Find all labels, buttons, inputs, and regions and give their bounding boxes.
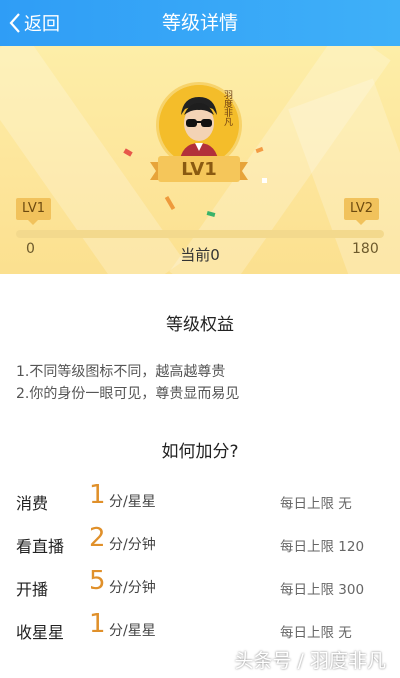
score-row-watch: 看直播 2 分/分钟 每日上限 120: [0, 523, 400, 563]
progress-max: 180: [352, 241, 379, 257]
level-badge-text: LV1: [181, 159, 217, 180]
confetti: [262, 178, 267, 183]
benefit-rule: 2.你的身份一眼可见，尊贵显而易见: [16, 386, 240, 402]
score-name: 消费: [16, 494, 49, 513]
confetti: [164, 195, 176, 211]
start-level-tag: LV1: [16, 198, 51, 225]
score-unit: 分/分钟: [109, 537, 156, 553]
next-level-tag: LV2: [344, 198, 379, 225]
score-points: 2: [89, 523, 106, 553]
benefit-rule: 1.不同等级图标不同，越高越尊贵: [16, 364, 226, 380]
progress-bar: [16, 230, 384, 238]
page-title: 等级详情: [161, 12, 238, 34]
score-name: 开播: [16, 580, 49, 599]
score-limit: 每日上限 300: [280, 582, 365, 598]
score-row-consume: 消费 1 分/星星 每日上限 无: [0, 480, 400, 520]
score-name: 看直播: [16, 537, 65, 556]
score-limit: 每日上限 120: [280, 539, 365, 555]
score-name: 收星星: [16, 623, 65, 642]
score-unit: 分/星星: [109, 494, 156, 510]
confetti: [123, 148, 133, 157]
score-points: 1: [89, 609, 106, 639]
scoring-title: 如何加分?: [161, 442, 239, 462]
current-points: 当前0: [180, 246, 220, 264]
score-limit: 每日上限 无: [280, 625, 352, 641]
level-hero: 羽度非凡 LV1 LV1 LV2: [0, 46, 400, 274]
score-unit: 分/星星: [109, 623, 156, 639]
level-ribbon: LV1: [150, 154, 248, 186]
score-points: 5: [89, 566, 106, 596]
score-row-stars: 收星星 1 分/星星 每日上限 无: [0, 609, 400, 649]
score-unit: 分/分钟: [109, 580, 156, 596]
top-bar: 返回 等级详情: [0, 0, 400, 46]
benefits-title: 等级权益: [166, 315, 234, 335]
score-limit: 每日上限 无: [280, 496, 352, 512]
avatar-caption: 羽度非凡: [222, 90, 232, 126]
score-row-broadcast: 开播 5 分/分钟 每日上限 300: [0, 566, 400, 606]
score-points: 1: [89, 480, 106, 510]
watermark: 头条号 / 羽度非凡: [234, 650, 386, 672]
